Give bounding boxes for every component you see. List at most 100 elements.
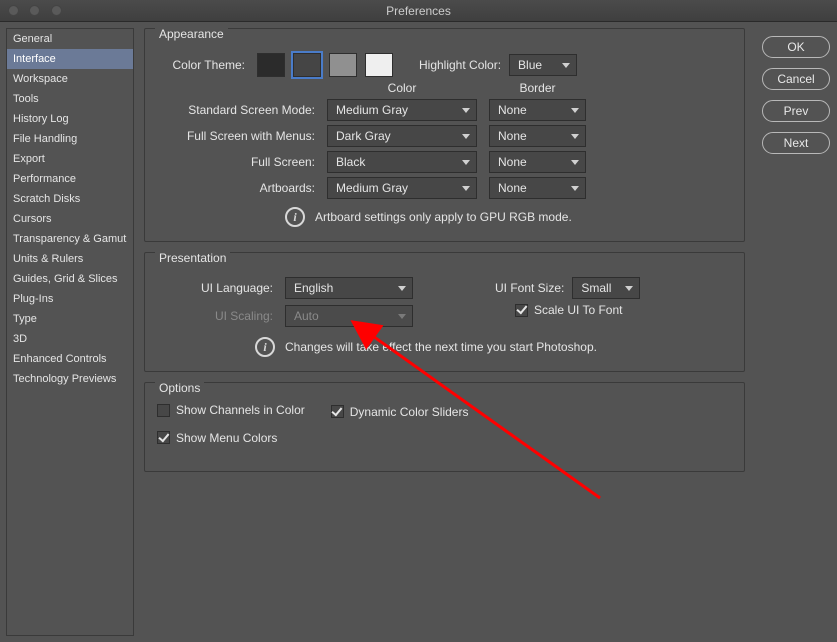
- highlight-color-select[interactable]: Blue: [509, 54, 577, 76]
- sidebar-item-3d[interactable]: 3D: [7, 329, 133, 349]
- screen-mode-border-select[interactable]: None: [489, 99, 586, 121]
- option-dynamic-color-sliders: Dynamic Color Sliders: [331, 405, 469, 419]
- chevron-down-icon: [398, 314, 406, 319]
- sidebar-item-units-rulers[interactable]: Units & Rulers: [7, 249, 133, 269]
- screen-mode-border-select[interactable]: None: [489, 151, 586, 173]
- scale-ui-to-font-checkbox[interactable]: [515, 304, 528, 317]
- option-label: Dynamic Color Sliders: [350, 405, 469, 419]
- ok-button[interactable]: OK: [762, 36, 830, 58]
- chevron-down-icon: [462, 134, 470, 139]
- option-show-channels-in-color: Show Channels in Color: [157, 403, 305, 417]
- sidebar-item-enhanced-controls[interactable]: Enhanced Controls: [7, 349, 133, 369]
- ui-language-value: English: [294, 281, 333, 295]
- ui-font-size-label: UI Font Size:: [495, 281, 564, 295]
- screen-mode-color-select[interactable]: Dark Gray: [327, 125, 477, 147]
- cancel-button[interactable]: Cancel: [762, 68, 830, 90]
- minimize-window-icon: [29, 5, 40, 16]
- sidebar-item-history-log[interactable]: History Log: [7, 109, 133, 129]
- prev-button[interactable]: Prev: [762, 100, 830, 122]
- screen-mode-label: Standard Screen Mode:: [155, 103, 315, 117]
- theme-swatch-0[interactable]: [257, 53, 285, 77]
- scale-ui-to-font-label: Scale UI To Font: [534, 303, 623, 317]
- chevron-down-icon: [462, 160, 470, 165]
- sidebar-item-general[interactable]: General: [7, 29, 133, 49]
- highlight-color-value: Blue: [518, 58, 542, 72]
- screen-mode-row: Full Screen with Menus: Dark Gray None: [155, 125, 734, 147]
- ui-font-size-value: Small: [581, 281, 611, 295]
- presentation-note: Changes will take effect the next time y…: [285, 340, 597, 354]
- ui-scaling-label: UI Scaling:: [155, 309, 273, 323]
- content-area: OK Cancel Prev Next Appearance Color The…: [140, 28, 831, 636]
- window-title: Preferences: [386, 4, 451, 18]
- options-legend: Options: [155, 381, 204, 395]
- option-checkbox[interactable]: [157, 404, 170, 417]
- sidebar-item-tools[interactable]: Tools: [7, 89, 133, 109]
- chevron-down-icon: [462, 186, 470, 191]
- zoom-window-icon: [51, 5, 62, 16]
- theme-swatch-1[interactable]: [293, 53, 321, 77]
- highlight-color-label: Highlight Color:: [419, 58, 501, 72]
- chevron-down-icon: [571, 186, 579, 191]
- chevron-down-icon: [571, 160, 579, 165]
- appearance-note: Artboard settings only apply to GPU RGB …: [315, 210, 572, 224]
- option-label: Show Channels in Color: [176, 403, 305, 417]
- ui-language-select[interactable]: English: [285, 277, 413, 299]
- screen-mode-border-select[interactable]: None: [489, 177, 586, 199]
- sidebar-item-workspace[interactable]: Workspace: [7, 69, 133, 89]
- ui-language-label: UI Language:: [155, 281, 273, 295]
- screen-mode-row: Artboards: Medium Gray None: [155, 177, 734, 199]
- option-show-menu-colors: Show Menu Colors: [157, 431, 277, 445]
- category-sidebar: GeneralInterfaceWorkspaceToolsHistory Lo…: [6, 28, 134, 636]
- ui-scaling-value: Auto: [294, 309, 319, 323]
- sidebar-item-cursors[interactable]: Cursors: [7, 209, 133, 229]
- sidebar-item-transparency-gamut[interactable]: Transparency & Gamut: [7, 229, 133, 249]
- ui-scaling-select: Auto: [285, 305, 413, 327]
- column-header-color: Color: [327, 81, 477, 95]
- chevron-down-icon: [398, 286, 406, 291]
- ui-font-size-select[interactable]: Small: [572, 277, 640, 299]
- info-icon: i: [285, 207, 305, 227]
- next-button[interactable]: Next: [762, 132, 830, 154]
- option-checkbox[interactable]: [157, 431, 170, 444]
- sidebar-item-file-handling[interactable]: File Handling: [7, 129, 133, 149]
- chevron-down-icon: [571, 108, 579, 113]
- screen-mode-label: Artboards:: [155, 181, 315, 195]
- screen-mode-color-select[interactable]: Medium Gray: [327, 177, 477, 199]
- color-theme-label: Color Theme:: [155, 58, 245, 72]
- info-icon: i: [255, 337, 275, 357]
- presentation-legend: Presentation: [155, 251, 230, 265]
- appearance-legend: Appearance: [155, 27, 228, 41]
- window-buttons: [8, 5, 69, 19]
- screen-mode-color-select[interactable]: Black: [327, 151, 477, 173]
- chevron-down-icon: [625, 286, 633, 291]
- appearance-group: Appearance Color Theme: Highlight Color:…: [144, 28, 745, 242]
- sidebar-item-guides-grid-slices[interactable]: Guides, Grid & Slices: [7, 269, 133, 289]
- dialog-buttons: OK Cancel Prev Next: [759, 36, 833, 154]
- theme-swatch-3[interactable]: [365, 53, 393, 77]
- preferences-frame: GeneralInterfaceWorkspaceToolsHistory Lo…: [0, 22, 837, 642]
- sidebar-item-scratch-disks[interactable]: Scratch Disks: [7, 189, 133, 209]
- screen-mode-border-select[interactable]: None: [489, 125, 586, 147]
- theme-swatch-2[interactable]: [329, 53, 357, 77]
- screen-mode-row: Full Screen: Black None: [155, 151, 734, 173]
- screen-mode-row: Standard Screen Mode: Medium Gray None: [155, 99, 734, 121]
- chevron-down-icon: [571, 134, 579, 139]
- sidebar-item-export[interactable]: Export: [7, 149, 133, 169]
- presentation-group: Presentation UI Language: English UI Fon…: [144, 252, 745, 372]
- sidebar-item-performance[interactable]: Performance: [7, 169, 133, 189]
- screen-mode-label: Full Screen:: [155, 155, 315, 169]
- color-theme-swatches: [257, 53, 393, 77]
- screen-mode-label: Full Screen with Menus:: [155, 129, 315, 143]
- sidebar-item-technology-previews[interactable]: Technology Previews: [7, 369, 133, 389]
- sidebar-item-interface[interactable]: Interface: [7, 49, 133, 69]
- screen-mode-color-select[interactable]: Medium Gray: [327, 99, 477, 121]
- sidebar-item-type[interactable]: Type: [7, 309, 133, 329]
- sidebar-item-plug-ins[interactable]: Plug-Ins: [7, 289, 133, 309]
- close-window-icon[interactable]: [8, 5, 19, 16]
- titlebar: Preferences: [0, 0, 837, 22]
- chevron-down-icon: [562, 63, 570, 68]
- options-group: Options Show Channels in Color Dynamic Co…: [144, 382, 745, 472]
- option-checkbox[interactable]: [331, 405, 344, 418]
- option-label: Show Menu Colors: [176, 431, 277, 445]
- chevron-down-icon: [462, 108, 470, 113]
